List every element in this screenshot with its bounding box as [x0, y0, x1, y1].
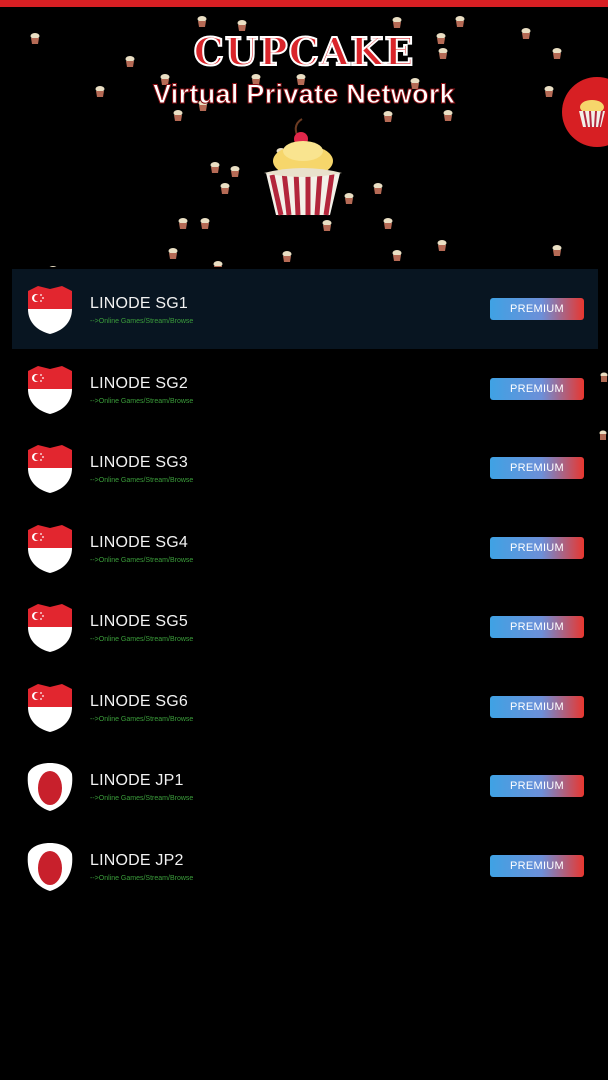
cupcake-sprinkle-icon: [383, 111, 393, 122]
premium-button[interactable]: PREMIUM: [490, 536, 584, 559]
japan-flag-icon: [27, 763, 73, 811]
server-description: -->Online Games/Stream/Browse: [90, 397, 194, 405]
cupcake-sprinkle-icon: [443, 110, 453, 121]
server-name: LINODE SG6: [90, 692, 189, 710]
app-header: CUPCAKE Virtual Private Network: [0, 7, 608, 267]
premium-button[interactable]: PREMIUM: [490, 616, 584, 638]
server-row-6[interactable]: LINODE SG6 -->Online Games/Stream/Browse…: [12, 667, 598, 747]
cupcake-sprinkle-icon: [200, 218, 210, 229]
cupcake-sprinkle-icon: [600, 372, 608, 382]
premium-button[interactable]: PREMIUM: [490, 298, 584, 320]
cupcake-sprinkle-icon: [392, 17, 402, 28]
cupcake-sprinkle-icon: [210, 162, 220, 173]
server-name: LINODE SG1: [90, 295, 189, 312]
server-row-2[interactable]: LINODE SG2 -->Online Games/Stream/Browse…: [12, 349, 598, 429]
singapore-flag-icon: [28, 524, 72, 573]
cupcake-sprinkle-icon: [437, 240, 447, 251]
premium-button[interactable]: PREMIUM: [490, 695, 584, 718]
cupcake-sprinkle-icon: [213, 261, 223, 267]
server-name: LINODE SG4: [90, 533, 189, 551]
server-name: LINODE JP2: [90, 851, 184, 869]
app-title: CUPCAKE: [193, 28, 415, 75]
cupcake-sprinkle-icon: [392, 250, 402, 261]
server-row-5[interactable]: LINODE SG5 -->Online Games/Stream/Browse…: [12, 587, 598, 667]
premium-button[interactable]: PREMIUM: [490, 854, 584, 877]
cupcake-sprinkle-icon: [455, 16, 465, 27]
server-row-8[interactable]: LINODE JP2 -->Online Games/Stream/Browse…: [12, 826, 598, 906]
server-description: -->Online Games/Stream/Browse: [90, 318, 194, 325]
cupcake-sprinkle-icon: [599, 430, 607, 440]
server-row-1[interactable]: LINODE SG1 -->Online Games/Stream/Browse…: [12, 269, 598, 349]
server-description: -->Online Games/Stream/Browse: [90, 636, 194, 643]
cupcake-sprinkle-icon: [282, 251, 292, 262]
cupcake-sprinkle-icon: [322, 220, 332, 231]
cupcake-sprinkle-icon: [173, 110, 183, 121]
server-row-7[interactable]: LINODE JP1 -->Online Games/Stream/Browse…: [12, 746, 598, 826]
cupcake-sprinkle-icon: [373, 183, 383, 194]
server-name: LINODE SG2: [90, 374, 189, 392]
cupcake-logo-icon: [264, 118, 342, 216]
server-name: LINODE JP1: [90, 772, 184, 789]
top-accent-bar: [0, 0, 608, 7]
japan-flag-icon: [27, 842, 73, 891]
singapore-flag-icon: [28, 683, 72, 732]
singapore-flag-icon: [28, 445, 72, 493]
singapore-flag-icon: [28, 286, 72, 334]
server-description: -->Online Games/Stream/Browse: [90, 556, 194, 564]
cupcake-sprinkle-icon: [168, 248, 178, 259]
cupcake-sprinkle-icon: [197, 16, 207, 27]
cupcake-sprinkle-icon: [552, 245, 562, 256]
server-description: -->Online Games/Stream/Browse: [90, 874, 194, 882]
cupcake-sprinkle-icon: [49, 266, 57, 267]
singapore-flag-icon: [28, 365, 72, 414]
server-name: LINODE SG3: [90, 454, 189, 471]
cupcake-sprinkle-icon: [383, 218, 393, 229]
server-list: LINODE SG1 -->Online Games/Stream/Browse…: [12, 269, 598, 905]
cupcake-icon: [579, 100, 605, 128]
server-description: -->Online Games/Stream/Browse: [90, 477, 194, 484]
cupcake-sprinkle-icon: [230, 166, 240, 177]
server-row-3[interactable]: LINODE SG3 -->Online Games/Stream/Browse…: [12, 428, 598, 508]
server-description: -->Online Games/Stream/Browse: [90, 715, 194, 723]
singapore-flag-icon: [28, 604, 72, 652]
server-description: -->Online Games/Stream/Browse: [90, 795, 194, 802]
app-subtitle: Virtual Private Network: [152, 79, 455, 110]
premium-button[interactable]: PREMIUM: [490, 775, 584, 797]
premium-button[interactable]: PREMIUM: [490, 377, 584, 400]
server-name: LINODE SG5: [90, 613, 189, 630]
server-row-4[interactable]: LINODE SG4 -->Online Games/Stream/Browse…: [12, 508, 598, 588]
premium-button[interactable]: PREMIUM: [490, 457, 584, 479]
cupcake-sprinkle-icon: [178, 218, 188, 229]
cupcake-sprinkle-icon: [220, 183, 230, 194]
